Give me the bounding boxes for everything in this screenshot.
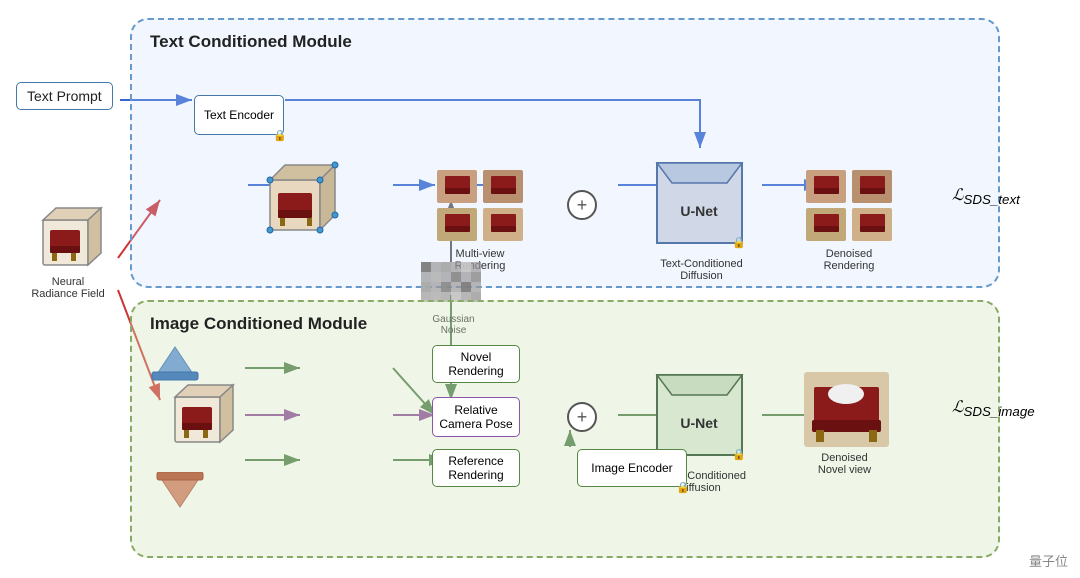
novel-rendering-box: NovelRendering bbox=[432, 345, 520, 383]
text-encoder-label: Text Encoder bbox=[204, 108, 274, 122]
lock-icon-text-encoder: 🔒 bbox=[273, 129, 287, 142]
relative-camera-pose-label: RelativeCamera Pose bbox=[439, 403, 512, 431]
multiview-rendering-grid bbox=[435, 168, 525, 248]
text-conditioned-label: Text-ConditionedDiffusion bbox=[654, 258, 749, 282]
denoised-svg bbox=[804, 168, 894, 243]
text-conditioned-text: Text-ConditionedDiffusion bbox=[660, 258, 743, 282]
image-module-title: Image Conditioned Module bbox=[150, 314, 367, 334]
denoised-rendering-grid bbox=[804, 168, 894, 248]
camera-bottom-svg bbox=[155, 472, 205, 512]
image-cube-svg bbox=[160, 377, 250, 467]
denoised-novel-view-img bbox=[804, 372, 889, 447]
text-prompt-label: Text Prompt bbox=[27, 88, 102, 104]
novel-rendering-label: NovelRendering bbox=[448, 350, 503, 378]
svg-text:🔒: 🔒 bbox=[732, 236, 746, 249]
svg-text:U-Net: U-Net bbox=[680, 415, 718, 431]
lock-icon-image-encoder: 🔒 bbox=[676, 481, 690, 494]
denoised-rendering-text: DenoisedRendering bbox=[824, 248, 875, 272]
neural-field-cube-svg bbox=[28, 200, 108, 272]
text-encoder-box: Text Encoder 🔒 bbox=[194, 95, 284, 135]
svg-text:🔒: 🔒 bbox=[732, 448, 746, 461]
neural-field-text: NeuralRadiance Field bbox=[31, 276, 104, 300]
text-module-title: Text Conditioned Module bbox=[150, 32, 352, 52]
cube-svg-text bbox=[250, 155, 340, 250]
denoised-novel-text: DenoisedNovel view bbox=[818, 452, 871, 476]
reference-rendering-label: ReferenceRendering bbox=[448, 454, 503, 482]
reference-rendering-box: ReferenceRendering bbox=[432, 449, 520, 487]
svg-text:U-Net: U-Net bbox=[680, 203, 718, 219]
denoised-rendering-label: DenoisedRendering bbox=[804, 248, 894, 272]
denoised-novel-view-label: DenoisedNovel view bbox=[797, 452, 892, 476]
loss-sds-image: ℒSDS_image bbox=[952, 397, 1035, 419]
image-conditioned-module: Image Conditioned Module bbox=[130, 300, 1000, 558]
image-encoder-label: Image Encoder bbox=[591, 461, 672, 475]
multiview-svg bbox=[435, 168, 525, 243]
image-module-cube-group bbox=[150, 342, 260, 542]
denoised-novel-svg bbox=[804, 372, 889, 447]
unet-text-shape: U-Net 🔒 bbox=[652, 158, 747, 258]
plus-circle-image: + bbox=[567, 402, 597, 432]
relative-camera-pose-box: RelativeCamera Pose bbox=[432, 397, 520, 437]
watermark: 量子位 bbox=[1029, 551, 1068, 570]
unet-text-svg: U-Net 🔒 bbox=[652, 158, 747, 253]
loss-image-label: ℒSDS_image bbox=[952, 399, 1035, 416]
neural-radiance-field: NeuralRadiance Field bbox=[18, 200, 118, 300]
diagram-container: Text Prompt Text Conditioned Module Text… bbox=[0, 0, 1080, 578]
loss-sds-text: ℒSDS_text bbox=[952, 185, 1020, 207]
neural-field-label: NeuralRadiance Field bbox=[31, 276, 104, 300]
text-module-cube bbox=[250, 155, 340, 250]
text-prompt-box: Text Prompt bbox=[16, 82, 113, 110]
loss-text-label: ℒSDS_text bbox=[952, 187, 1020, 204]
image-encoder-box: Image Encoder 🔒 bbox=[577, 449, 687, 487]
plus-circle-text: + bbox=[567, 190, 597, 220]
camera-top-svg bbox=[150, 342, 200, 382]
text-conditioned-module: Text Conditioned Module Text Encoder 🔒 bbox=[130, 18, 1000, 288]
